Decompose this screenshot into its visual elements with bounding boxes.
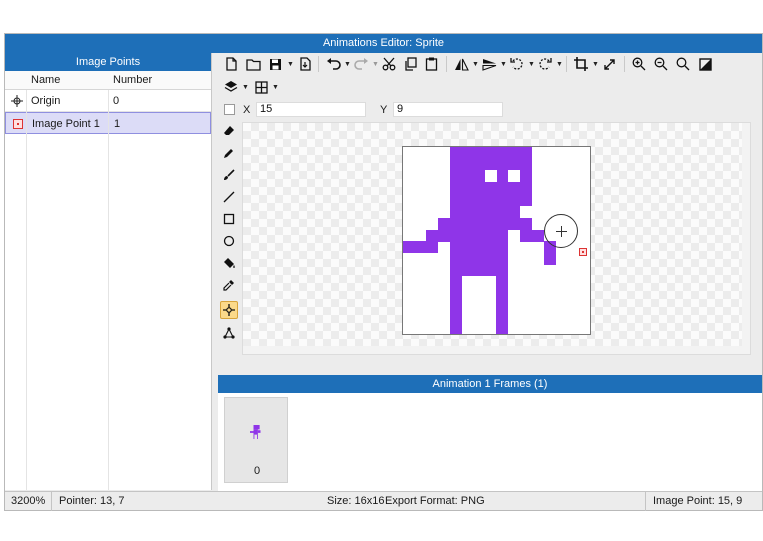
redo-icon[interactable] [352,55,370,73]
sprite-arm [520,230,544,242]
crop-icon[interactable] [572,55,590,73]
grid-icon[interactable] [252,78,270,96]
image-point-icon [13,119,23,129]
transform-icon[interactable] [220,324,238,342]
redo-dropdown-arrow[interactable]: ▼ [372,61,379,68]
sprite-arm [438,218,450,230]
toolbar-separator [566,56,567,72]
sprite-leg [450,276,462,334]
sprite-body [450,206,508,276]
export-format: Export Format: PNG [385,495,485,507]
x-input[interactable]: 15 [256,102,366,117]
column-divider [108,90,109,490]
canvas-vertical-scrollbar[interactable] [742,123,750,354]
zoom-in-icon[interactable] [630,55,648,73]
pointer-position: Pointer: 13, 7 [59,495,125,507]
frame-number: 0 [253,465,261,477]
flip-horizontal-icon[interactable] [452,55,470,73]
fill-bucket-icon[interactable] [220,254,238,272]
column-divider [26,90,27,490]
import-icon[interactable] [296,55,314,73]
zoom-level: 3200% [11,495,46,507]
toolbar-separator [446,56,447,72]
flip-h-dropdown-arrow[interactable]: ▼ [472,61,479,68]
copy-icon[interactable] [401,55,419,73]
paste-icon[interactable] [422,55,440,73]
undo-icon[interactable] [324,55,342,73]
sprite-eye [485,170,497,182]
y-label: Y [380,104,388,116]
layers-icon[interactable] [222,78,240,96]
image-points-title: Image Points [5,53,211,71]
sprite-arm [508,218,532,230]
column-name-header[interactable]: Name [31,74,60,86]
crop-dropdown-arrow[interactable]: ▼ [592,61,599,68]
coordinates-checkbox[interactable] [224,104,235,115]
toolbar-separator [318,56,319,72]
rotate-left-dropdown-arrow[interactable]: ▼ [528,61,535,68]
status-bar: 3200% Pointer: 13, 7 Size: 16x16 Export … [5,491,762,511]
status-separator [645,492,646,511]
cut-icon[interactable] [380,55,398,73]
window-title: Animations Editor: Sprite [5,34,762,53]
rotate-left-icon[interactable] [508,55,526,73]
frame-thumbnail[interactable]: 0 [224,397,288,483]
y-input[interactable]: 9 [393,102,503,117]
status-separator [51,492,52,511]
editor-toolbar: ▼ ▼ ▼ ▼ ▼ ▼ ▼ ▼ ▼ ▼ [216,53,762,99]
rectangle-icon[interactable] [220,210,238,228]
toolbar-separator [624,56,625,72]
fit-icon[interactable] [696,55,714,73]
image-points-header: Name Number [5,71,211,90]
frames-panel: 0 [218,393,762,491]
flip-v-dropdown-arrow[interactable]: ▼ [500,61,507,68]
ellipse-icon[interactable] [220,232,238,250]
new-file-icon[interactable] [222,55,240,73]
image-point-name: Image Point 1 [32,118,100,130]
frame-sprite-preview [250,425,261,439]
zoom-reset-icon[interactable] [674,55,692,73]
undo-dropdown-arrow[interactable]: ▼ [344,61,351,68]
rotate-right-dropdown-arrow[interactable]: ▼ [556,61,563,68]
pencil-icon[interactable] [220,144,238,162]
sprite-leg [496,276,508,334]
image-size: Size: 16x16 [327,495,385,507]
line-icon[interactable] [220,188,238,206]
eraser-icon[interactable] [220,122,238,140]
animations-editor-window: Animations Editor: Sprite Image Points N… [4,33,763,511]
image-point-number: 1 [114,118,121,130]
sprite-arm [403,241,438,253]
origin-crosshair-icon[interactable] [544,214,578,248]
sprite-canvas[interactable] [242,122,751,355]
resize-icon[interactable] [600,55,618,73]
image-points-panel: Image Points Name Number Origin 0 Image … [5,53,212,490]
zoom-out-icon[interactable] [652,55,670,73]
flip-vertical-icon[interactable] [480,55,498,73]
drawing-tools [216,122,242,352]
layers-dropdown-arrow[interactable]: ▼ [242,84,249,91]
sprite-pixel [508,206,520,218]
image-point-position: Image Point: 15, 9 [653,495,743,507]
origin-crosshair-icon [11,95,23,107]
column-number-header[interactable]: Number [113,74,152,86]
image-point-name: Origin [31,95,61,107]
coordinates-bar: X 15 Y 9 [216,100,762,120]
rotate-right-icon[interactable] [536,55,554,73]
open-folder-icon[interactable] [244,55,262,73]
image-point-tool-icon[interactable] [220,301,238,319]
save-icon[interactable] [266,55,284,73]
eyedropper-icon[interactable] [220,276,238,294]
frames-panel-title: Animation 1 Frames (1) [218,375,762,393]
save-dropdown-arrow[interactable]: ▼ [287,61,294,68]
sprite-eye [508,170,520,182]
image-point-number: 0 [113,95,120,107]
image-point-marker-icon[interactable] [579,248,587,256]
canvas-horizontal-scrollbar[interactable] [243,346,750,354]
x-label: X [243,104,251,116]
grid-dropdown-arrow[interactable]: ▼ [272,84,279,91]
brush-icon[interactable] [220,166,238,184]
